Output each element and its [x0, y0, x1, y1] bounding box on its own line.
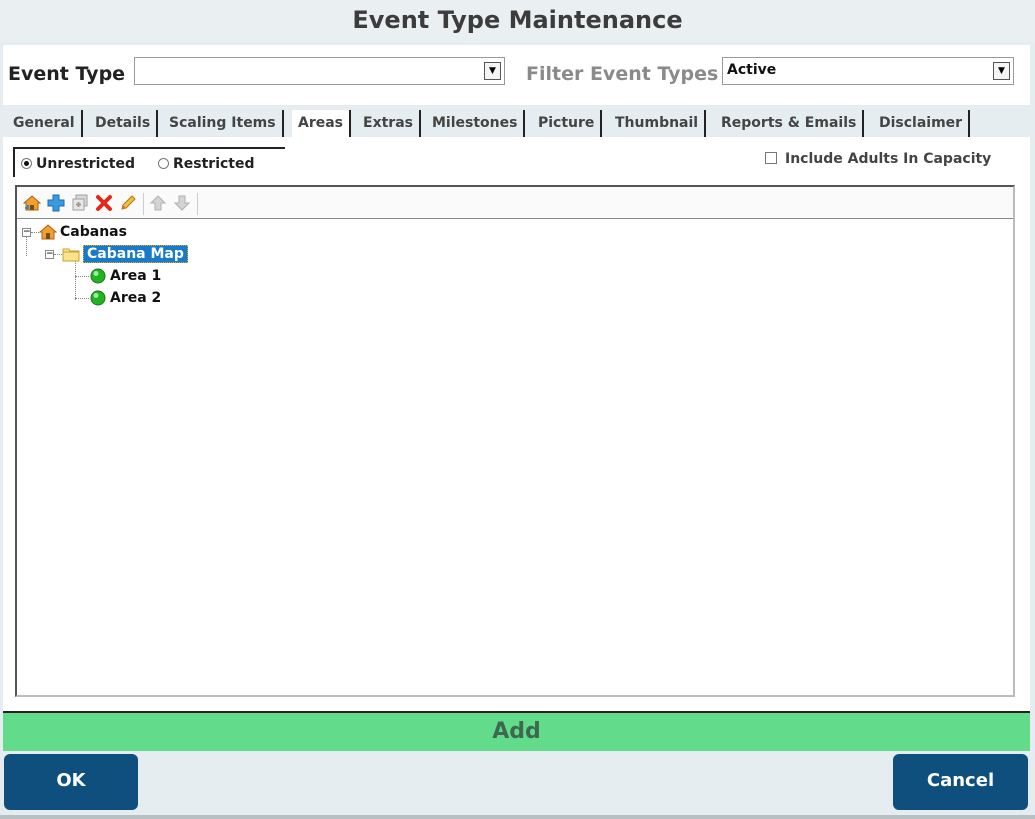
collapse-icon[interactable]: −	[22, 227, 31, 237]
move-down-icon[interactable]	[173, 194, 191, 212]
chevron-down-icon[interactable]: ▼	[993, 62, 1010, 80]
restricted-label: Restricted	[173, 156, 255, 172]
tab-disclaimer[interactable]: Disclaimer	[873, 110, 971, 137]
window-bottom-border	[0, 815, 1035, 819]
unrestricted-label: Unrestricted	[36, 156, 135, 172]
cancel-button[interactable]: Cancel	[893, 754, 1028, 810]
edit-icon[interactable]	[119, 194, 137, 212]
collapse-icon[interactable]: −	[45, 249, 54, 259]
ok-button[interactable]: OK	[4, 754, 138, 810]
tab-picture[interactable]: Picture	[532, 110, 603, 137]
add-button[interactable]: Add	[3, 711, 1030, 751]
filter-event-types-value: Active	[727, 62, 777, 78]
toolbar-divider	[143, 193, 144, 215]
radio-selected-icon	[21, 158, 32, 169]
tab-general[interactable]: General	[7, 110, 83, 137]
tab-extras[interactable]: Extras	[357, 110, 421, 137]
add-icon[interactable]	[47, 194, 65, 212]
tab-scaling-items[interactable]: Scaling Items	[163, 110, 284, 137]
checkbox-icon[interactable]	[765, 152, 777, 164]
tree-node-area-1[interactable]: Area 1	[89, 266, 161, 286]
chevron-down-icon[interactable]: ▼	[484, 62, 501, 80]
tree-connector	[75, 298, 89, 299]
include-adults-checkbox[interactable]: Include Adults In Capacity	[765, 151, 991, 167]
tree-connector	[75, 276, 89, 277]
areas-panel: Unrestricted Restricted Include Adults I…	[3, 137, 1030, 711]
tree-node-cabanas[interactable]: − Cabanas	[22, 222, 127, 242]
delete-icon[interactable]	[95, 194, 113, 212]
tab-reports-emails[interactable]: Reports & Emails	[715, 110, 865, 137]
home-icon[interactable]	[23, 194, 41, 212]
area-tree: − Cabanas − Cabana Map Area 1 Area 2	[17, 220, 1013, 695]
tree-label-area-1: Area 1	[110, 268, 162, 284]
copy-icon[interactable]	[71, 194, 89, 212]
restriction-radio-group: Unrestricted Restricted	[13, 147, 285, 177]
window-title: Event Type Maintenance	[0, 0, 1035, 42]
move-up-icon[interactable]	[149, 194, 167, 212]
tab-bar: General Details Scaling Items Areas Extr…	[3, 107, 1030, 137]
green-dot-icon	[89, 289, 107, 307]
filter-event-types-select[interactable]: Active ▼	[722, 57, 1014, 85]
tree-toolbar	[17, 187, 1013, 219]
tree-node-cabana-map[interactable]: − Cabana Map	[45, 244, 188, 264]
tree-label-area-2: Area 2	[110, 290, 162, 306]
tab-milestones[interactable]: Milestones	[426, 110, 526, 137]
unrestricted-radio[interactable]: Unrestricted	[21, 156, 135, 172]
tree-node-area-2[interactable]: Area 2	[89, 288, 161, 308]
house-icon	[39, 223, 57, 241]
restricted-radio[interactable]: Restricted	[158, 156, 255, 172]
header-row: Event Type ▼ Filter Event Types Active ▼	[3, 45, 1030, 105]
tree-label-cabana-map: Cabana Map	[83, 245, 188, 263]
event-type-label: Event Type	[8, 63, 126, 85]
include-adults-label: Include Adults In Capacity	[785, 151, 992, 167]
radio-unselected-icon	[158, 158, 169, 169]
toolbar-divider	[197, 193, 198, 215]
tree-label-cabanas: Cabanas	[60, 224, 127, 240]
tree-connector	[75, 260, 76, 300]
tab-thumbnail[interactable]: Thumbnail	[609, 110, 707, 137]
filter-event-types-label: Filter Event Types	[526, 63, 719, 85]
area-tree-panel: − Cabanas − Cabana Map Area 1 Area 2	[15, 185, 1015, 697]
tab-details[interactable]: Details	[89, 110, 159, 137]
tab-areas[interactable]: Areas	[292, 110, 352, 137]
event-type-select[interactable]: ▼	[134, 57, 505, 85]
folder-icon	[62, 245, 80, 263]
green-dot-icon	[89, 267, 107, 285]
